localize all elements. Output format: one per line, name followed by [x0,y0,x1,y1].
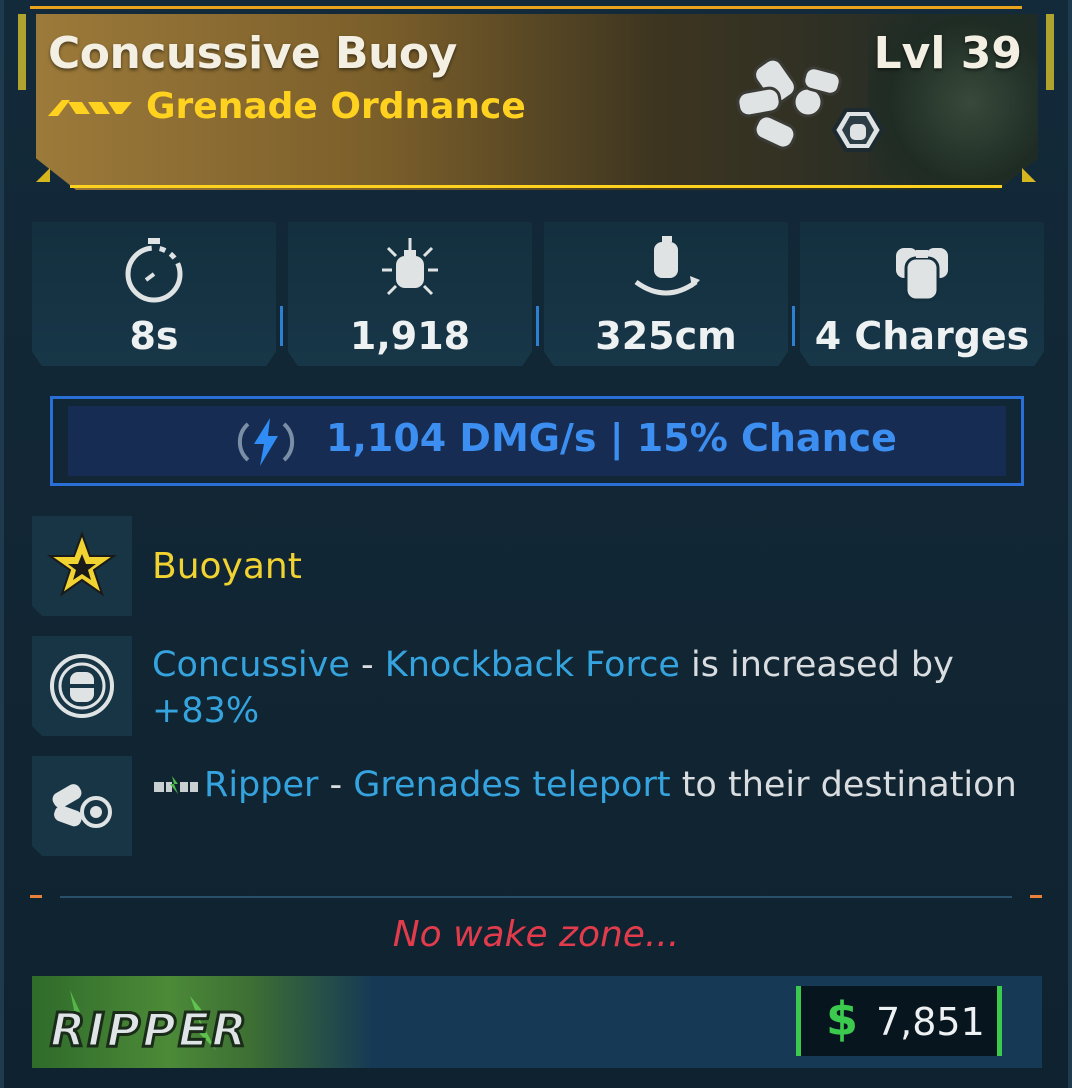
ripper-brand-logo: RIPPER [49,990,249,1059]
header-corner-left [36,168,50,182]
perk-ripper-text: Ripper - Grenades teleport to their dest… [152,762,1032,808]
perk-icon-box [32,516,132,616]
ripper-mini-icon [154,776,198,794]
teleport-grenade-icon [52,784,112,828]
perk-stat: Knockback Force [384,645,680,685]
item-price: 7,851 [876,1000,985,1044]
stat-separator [280,306,283,346]
header-bracket-left [18,14,26,90]
divider-dash-left [30,895,42,898]
perk-separator: - [318,765,354,805]
item-type: Grenade Ordnance [146,86,526,127]
perk-name: Concussive [152,645,350,685]
lightning-bolt-icon [237,418,295,466]
perk-effect: Grenades teleport [353,765,671,805]
dollar-icon: $ [826,992,859,1046]
divider-dash-right [1030,895,1042,898]
stat-value: 8s [129,314,179,358]
stat-value: 325cm [595,314,737,358]
divider-line [60,896,1012,898]
item-name: Concussive Buoy [48,28,457,79]
header-bracket-right [1046,14,1054,90]
stat-charges: 4 Charges [800,222,1044,366]
perk-separator: - [349,645,385,685]
perk-name: Ripper [204,765,319,805]
stat-radius: 325cm [544,222,788,366]
item-level: Lvl 39 [873,28,1022,79]
stat-value: 1,918 [349,314,471,358]
grenade-circle-icon [50,654,114,718]
grenade-cluster-icon [736,57,885,152]
item-card: Concussive Buoy Lvl 39 Grenade Ordnance … [0,0,1072,1088]
perk-concussive-text: Concussive - Knockback Force is increase… [152,642,1032,734]
brand-logo-text: RIPPER [50,1003,249,1057]
perk-value: +83% [152,691,260,731]
stat-cooldown: 8s [32,222,276,366]
triple-chevron-icon [48,100,132,116]
stat-separator [792,306,795,346]
flavor-text: No wake zone... [392,914,680,955]
perk-title: Buoyant [152,546,302,587]
grenade-burst-icon [382,238,438,296]
stat-value: 4 Charges [814,314,1030,358]
perk-icon-box [32,756,132,856]
star-burst-icon [46,531,118,597]
timer-icon [125,238,183,303]
header-bottom-line [70,185,1002,188]
stat-separator [536,306,539,346]
element-effect-text: 1,104 DMG/s | 15% Chance [326,416,897,460]
perk-rest: is increased by [679,645,954,685]
header-corner-right [1022,168,1036,182]
perk-icon-box [32,636,132,736]
header-top-line [30,6,1022,9]
grenade-charges-icon [896,248,948,302]
stat-damage: 1,918 [288,222,532,366]
grenade-radius-icon [634,236,700,296]
perk-rest: to their destination [670,765,1017,805]
